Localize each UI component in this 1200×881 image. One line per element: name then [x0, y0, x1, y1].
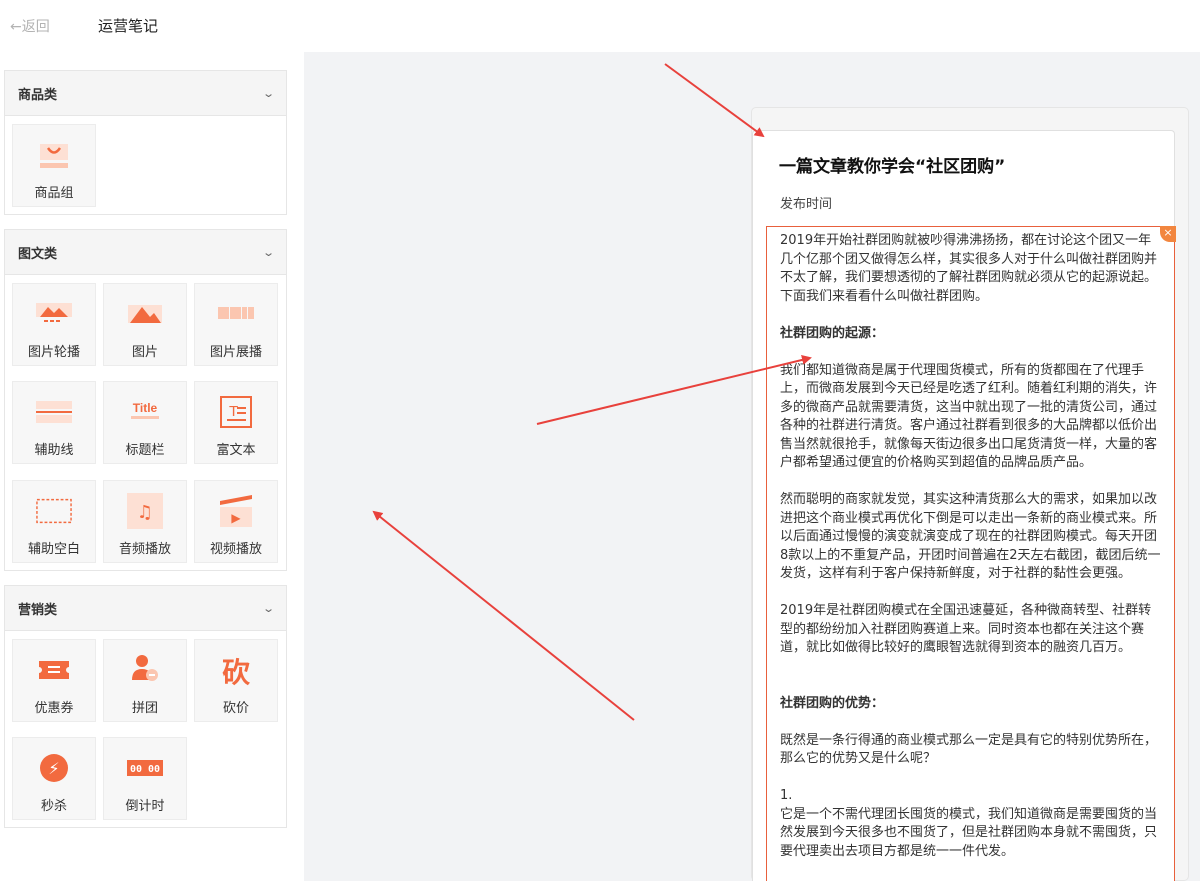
title-bar-icon: Title	[127, 394, 163, 430]
image-carousel-icon	[36, 296, 72, 332]
panel-title: 营销类	[18, 602, 58, 618]
component-label: 砍价	[222, 701, 249, 716]
paragraph: 既然是一条行得通的商业模式那么一定是具有它的特别优势所在，那么它的优势又是什么呢…	[780, 732, 1158, 767]
panel-header[interactable]: 图文类 ⌄	[5, 230, 286, 275]
paragraph: 2019年开始社群团购就被吵得沸沸扬扬，都在讨论这个团又一年几个亿那个团又做得怎…	[780, 233, 1158, 304]
chevron-down-icon[interactable]: ⌄	[262, 246, 275, 259]
component-image[interactable]: 图片	[103, 283, 187, 366]
component-label: 辅助线	[34, 443, 74, 458]
component-label: 商品组	[34, 186, 74, 201]
component-rich-text[interactable]: T 富文本	[194, 381, 278, 464]
component-label: 音频播放	[118, 542, 171, 557]
component-title-bar[interactable]: Title 标题栏	[103, 381, 187, 464]
component-label: 拼团	[131, 701, 158, 716]
component-divider-line[interactable]: 辅助线	[12, 381, 96, 464]
component-sidebar: 商品类 ⌄ 商品组 图文类 ⌄ 图片轮播 图片 图片展播 辅助线 Title 标…	[0, 52, 304, 881]
group-buy-icon	[127, 652, 163, 688]
paragraph: 然而聪明的商家就发觉，其实这种清货那么大的需求，如果加以改进把这个商业模式再优化…	[780, 492, 1161, 581]
paragraph: 2019年是社群团购模式在全国迅速蔓延，各种微商转型、社群转型的都纷纷加入社群团…	[780, 603, 1152, 655]
lightning-icon: ⚡	[36, 750, 72, 786]
component-group-buy[interactable]: 拼团	[103, 639, 187, 722]
component-label: 优惠券	[34, 701, 74, 716]
component-bargain[interactable]: 砍 砍价	[194, 639, 278, 722]
svg-text:00 00: 00 00	[130, 764, 160, 775]
coupon-icon	[36, 652, 72, 688]
section-heading: 社群团购的起源：	[780, 325, 885, 341]
svg-text:Title: Title	[133, 401, 158, 415]
component-coupon[interactable]: 优惠券	[12, 639, 96, 722]
bargain-icon: 砍	[218, 652, 254, 688]
svg-text:砍: 砍	[222, 656, 251, 688]
component-label: 辅助空白	[27, 542, 80, 557]
svg-text:♫: ♫	[137, 502, 153, 523]
paragraph: 1.	[780, 788, 793, 803]
back-button[interactable]: ←返回	[10, 16, 50, 36]
panel-title: 图文类	[18, 246, 58, 262]
publish-time-label: 发布时间	[780, 197, 833, 212]
image-icon	[127, 296, 163, 332]
top-bar: ←返回 运营笔记	[0, 0, 1200, 52]
rich-text-block[interactable]: 2019年开始社群团购就被吵得沸沸扬扬，都在讨论这个团又一年几个亿那个团又做得怎…	[766, 226, 1175, 881]
component-goods-group[interactable]: 商品组	[12, 124, 96, 207]
paragraph: 我们都知道微商是属于代理囤货模式，所有的货都囤在了代理手上，而微商发展到今天已经…	[780, 362, 1158, 471]
panel-marketing: 营销类 ⌄ 优惠券 拼团 砍 砍价 ⚡ 秒杀 00 00 倒计时	[4, 585, 287, 828]
component-blank-space[interactable]: 辅助空白	[12, 480, 96, 563]
component-label: 图片	[131, 345, 158, 360]
article-title: 一篇文章教你学会“社区团购”	[779, 157, 1006, 177]
chevron-down-icon[interactable]: ⌄	[262, 87, 275, 100]
section-heading: 社群团购的优势：	[780, 695, 885, 711]
panel-image-text: 图文类 ⌄ 图片轮播 图片 图片展播 辅助线 Title 标题栏 T 富文本 辅…	[4, 229, 287, 571]
panel-header[interactable]: 营销类 ⌄	[5, 586, 286, 631]
component-image-gallery[interactable]: 图片展播	[194, 283, 278, 366]
rich-text-icon: T	[218, 394, 254, 430]
component-label: 图片展播	[209, 345, 262, 360]
svg-text:▶: ▶	[231, 511, 241, 525]
page-title: 运营笔记	[98, 17, 159, 35]
blank-space-icon	[36, 493, 72, 529]
divider-line-icon	[36, 394, 72, 430]
component-countdown[interactable]: 00 00 倒计时	[103, 737, 187, 820]
music-note-icon: ♫	[127, 493, 163, 529]
component-label: 标题栏	[125, 443, 165, 458]
panel-header[interactable]: 商品类 ⌄	[5, 71, 286, 116]
countdown-icon: 00 00	[127, 750, 163, 786]
svg-text:T: T	[229, 403, 238, 420]
component-label: 倒计时	[125, 799, 165, 814]
component-video-play[interactable]: ▶ 视频播放	[194, 480, 278, 563]
component-audio-play[interactable]: ♫ 音频播放	[103, 480, 187, 563]
component-label: 图片轮播	[27, 345, 80, 360]
shopping-bag-icon	[36, 137, 72, 173]
panel-title: 商品类	[18, 87, 58, 103]
panel-goods: 商品类 ⌄ 商品组	[4, 70, 287, 215]
video-play-icon: ▶	[218, 493, 254, 529]
image-gallery-icon	[218, 296, 254, 332]
component-label: 秒杀	[40, 799, 67, 814]
component-label: 视频播放	[209, 542, 262, 557]
svg-text:⚡: ⚡	[48, 759, 59, 778]
component-image-carousel[interactable]: 图片轮播	[12, 283, 96, 366]
component-flash-sale[interactable]: ⚡ 秒杀	[12, 737, 96, 820]
paragraph: 它是一个不需代理团长囤货的模式，我们知道微商是需要囤货的当然发展到今天很多也不囤…	[780, 806, 1158, 859]
chevron-down-icon[interactable]: ⌄	[262, 602, 275, 615]
component-label: 富文本	[216, 443, 256, 458]
